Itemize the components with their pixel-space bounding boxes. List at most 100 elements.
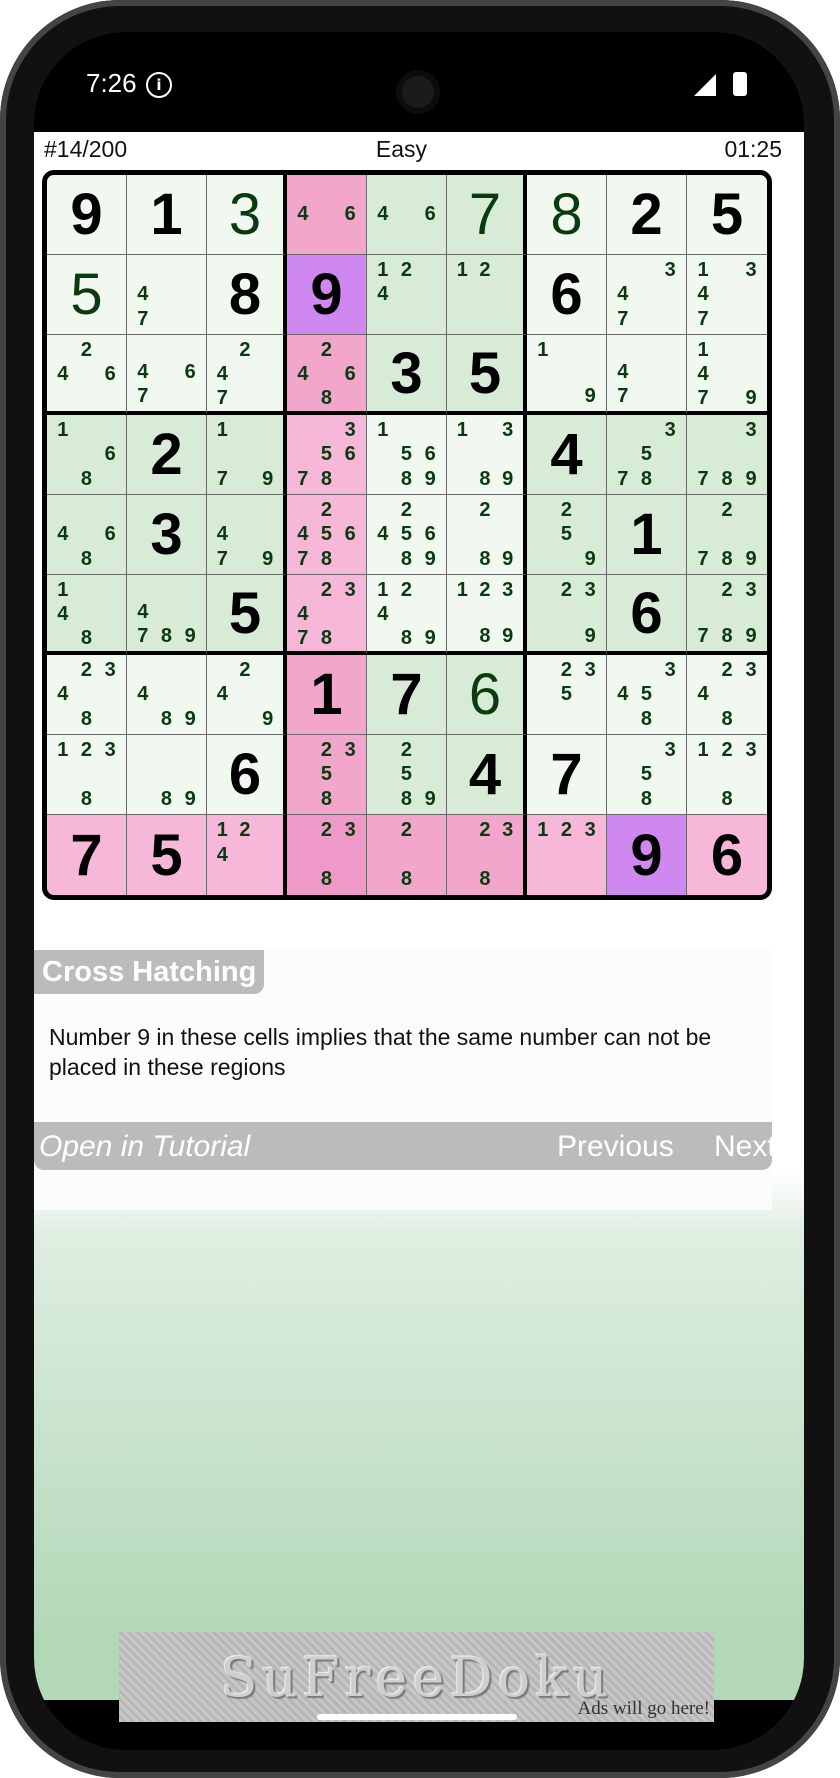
candidate-digit: 9 bbox=[584, 625, 596, 647]
sudoku-cell[interactable]: 2 bbox=[607, 175, 687, 255]
sudoku-cell[interactable]: 7 bbox=[47, 815, 127, 895]
sudoku-cell[interactable]: 3578 bbox=[607, 415, 687, 495]
sudoku-cell[interactable]: 9 bbox=[607, 815, 687, 895]
sudoku-cell[interactable]: 23 478 bbox=[287, 575, 367, 655]
sudoku-cell[interactable]: 6 bbox=[607, 575, 687, 655]
sudoku-cell[interactable]: 7 bbox=[447, 175, 527, 255]
ad-banner[interactable]: SuFreeDoku Ads will go here! bbox=[119, 1632, 714, 1722]
sudoku-cell[interactable]: 123 bbox=[527, 815, 607, 895]
sudoku-cell[interactable]: 124 bbox=[367, 255, 447, 335]
sudoku-cell[interactable]: 4 68 bbox=[47, 495, 127, 575]
cell-solved-digit: 3 bbox=[228, 182, 262, 247]
sudoku-cell[interactable]: 3 458 bbox=[607, 655, 687, 735]
sudoku-cell[interactable]: 47 9 bbox=[207, 495, 287, 575]
sudoku-cell[interactable]: 358 bbox=[607, 735, 687, 815]
candidate-digit: 4 bbox=[377, 203, 389, 226]
sudoku-cell[interactable]: 235 bbox=[527, 655, 607, 735]
sudoku-cell[interactable]: 4 bbox=[447, 735, 527, 815]
sudoku-cell[interactable]: 5 bbox=[207, 575, 287, 655]
candidate-digit: 5 bbox=[640, 763, 653, 786]
sudoku-cell[interactable]: 47 bbox=[127, 255, 207, 335]
sudoku-cell[interactable]: 2 89 bbox=[447, 495, 527, 575]
sudoku-cell[interactable]: 5 bbox=[47, 255, 127, 335]
sudoku-cell[interactable]: 123 8 bbox=[687, 735, 767, 815]
sudoku-cell[interactable]: 28 bbox=[367, 815, 447, 895]
sudoku-cell[interactable]: 46 bbox=[367, 175, 447, 255]
sudoku-cell[interactable]: 24 68 bbox=[287, 335, 367, 415]
sudoku-cell[interactable]: 23 789 bbox=[687, 575, 767, 655]
sudoku-cell[interactable]: 5 bbox=[127, 815, 207, 895]
sudoku-cell[interactable]: 3 47 bbox=[607, 255, 687, 335]
sudoku-cell[interactable]: 1 3 47 bbox=[687, 255, 767, 335]
sudoku-cell[interactable]: 89 bbox=[127, 735, 207, 815]
sudoku-cell[interactable]: 4789 bbox=[127, 575, 207, 655]
candidate-digit: 1 bbox=[57, 579, 69, 601]
sudoku-cell[interactable]: 2 789 bbox=[687, 495, 767, 575]
sudoku-cell[interactable]: 4 bbox=[527, 415, 607, 495]
sudoku-cell[interactable]: 1 bbox=[287, 655, 367, 735]
cell-candidates: 1 3 47 bbox=[691, 258, 763, 331]
candidate-digit: 3 bbox=[745, 419, 757, 441]
candidate-digit: 4 bbox=[377, 523, 389, 546]
sudoku-cell[interactable]: 12489 bbox=[367, 575, 447, 655]
sudoku-cell[interactable]: 23 48 bbox=[687, 655, 767, 735]
sudoku-cell[interactable]: 9 bbox=[47, 175, 127, 255]
sudoku-cell[interactable]: 2456 78 bbox=[287, 495, 367, 575]
sudoku-cell[interactable]: 6 bbox=[207, 735, 287, 815]
next-button[interactable]: Next bbox=[714, 1130, 776, 1164]
sudoku-cell[interactable]: 356 78 bbox=[287, 415, 367, 495]
cell-given-digit: 2 bbox=[150, 422, 183, 487]
candidate-digit: 4 bbox=[216, 683, 228, 706]
sudoku-cell[interactable]: 9 bbox=[287, 255, 367, 335]
sudoku-cell[interactable]: 247 bbox=[207, 335, 287, 415]
sudoku-cell[interactable]: 6 bbox=[687, 815, 767, 895]
candidate-digit: 2 bbox=[479, 499, 491, 521]
sudoku-cell[interactable]: 124 bbox=[207, 815, 287, 895]
sudoku-cell[interactable]: 1 7 9 bbox=[207, 415, 287, 495]
sudoku-cell[interactable]: 46 bbox=[287, 175, 367, 255]
sudoku-cell[interactable]: 3 789 bbox=[687, 415, 767, 495]
candidate-digit: 7 bbox=[137, 307, 149, 330]
sudoku-cell[interactable]: 1 bbox=[127, 175, 207, 255]
sudoku-cell[interactable]: 8 bbox=[207, 255, 287, 335]
sudoku-cell[interactable]: 12 bbox=[447, 255, 527, 335]
sudoku-cell[interactable]: 2358 bbox=[287, 735, 367, 815]
sudoku-cell[interactable]: 245689 bbox=[367, 495, 447, 575]
sudoku-cell[interactable]: 1 3 89 bbox=[447, 415, 527, 495]
sudoku-cell[interactable]: 147 9 bbox=[687, 335, 767, 415]
sudoku-cell[interactable]: 1 68 bbox=[47, 415, 127, 495]
screen: 7:26 i #14/200 Easy 01:25 91346467825547… bbox=[34, 32, 804, 1750]
sudoku-cell[interactable]: 23 9 bbox=[527, 575, 607, 655]
sudoku-cell[interactable]: 123 8 bbox=[47, 735, 127, 815]
sudoku-cell[interactable]: 19 bbox=[527, 335, 607, 415]
sudoku-cell[interactable]: 148 bbox=[47, 575, 127, 655]
sudoku-cell[interactable]: 4 6 7 bbox=[127, 335, 207, 415]
sudoku-cell[interactable]: 3 bbox=[207, 175, 287, 255]
sudoku-cell[interactable]: 259 bbox=[527, 495, 607, 575]
sudoku-cell[interactable]: 1 bbox=[607, 495, 687, 575]
sudoku-cell[interactable]: 489 bbox=[127, 655, 207, 735]
sudoku-cell[interactable]: 2589 bbox=[367, 735, 447, 815]
sudoku-cell[interactable]: 47 bbox=[607, 335, 687, 415]
previous-button[interactable]: Previous bbox=[557, 1130, 674, 1164]
sudoku-cell[interactable]: 23 48 bbox=[47, 655, 127, 735]
sudoku-cell[interactable]: 8 bbox=[527, 175, 607, 255]
sudoku-cell[interactable]: 3 bbox=[127, 495, 207, 575]
sudoku-cell[interactable]: 6 bbox=[447, 655, 527, 735]
sudoku-cell[interactable]: 123 89 bbox=[447, 575, 527, 655]
sudoku-cell[interactable]: 5 bbox=[687, 175, 767, 255]
sudoku-cell[interactable]: 5 bbox=[447, 335, 527, 415]
sudoku-cell[interactable]: 24 6 bbox=[47, 335, 127, 415]
open-tutorial-link[interactable]: Open in Tutorial bbox=[39, 1130, 250, 1164]
candidate-digit: 7 bbox=[697, 307, 709, 330]
sudoku-cell[interactable]: 2 bbox=[127, 415, 207, 495]
sudoku-cell[interactable]: 24 9 bbox=[207, 655, 287, 735]
sudoku-cell[interactable]: 15689 bbox=[367, 415, 447, 495]
sudoku-cell[interactable]: 7 bbox=[367, 655, 447, 735]
sudoku-cell[interactable]: 3 bbox=[367, 335, 447, 415]
sudoku-cell[interactable]: 23 8 bbox=[447, 815, 527, 895]
sudoku-cell[interactable]: 23 8 bbox=[287, 815, 367, 895]
home-indicator[interactable] bbox=[317, 1714, 517, 1720]
sudoku-cell[interactable]: 6 bbox=[527, 255, 607, 335]
sudoku-cell[interactable]: 7 bbox=[527, 735, 607, 815]
